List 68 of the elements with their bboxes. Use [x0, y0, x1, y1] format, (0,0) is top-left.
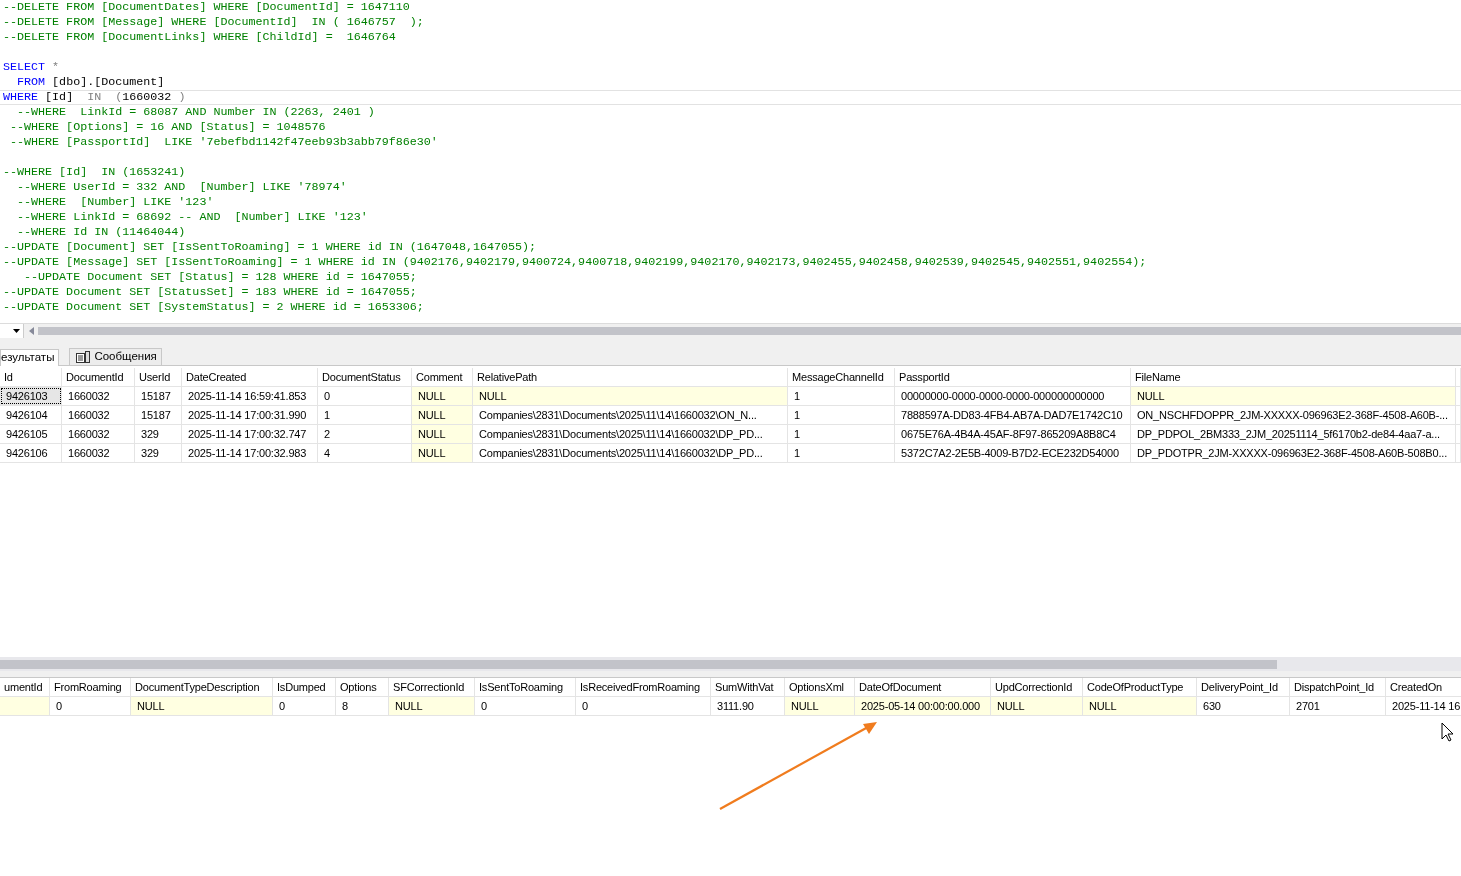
column-header[interactable]: IsSentToRoaming [475, 678, 576, 696]
code-line: --DELETE FROM [Message] WHERE [DocumentId] IN ( 1646757 ); [3, 15, 424, 29]
code-line: WHERE [Id] IN (1660032 ) [3, 90, 186, 104]
table-cell: NULL [785, 697, 855, 715]
column-header[interactable]: DeliveryPoint_Id [1197, 678, 1290, 696]
column-header[interactable]: FromRoaming [50, 678, 131, 696]
code-line: --WHERE LinkId = 68692 -- AND [Number] LIKE '123' [16, 210, 368, 224]
table-cell: NULL [412, 425, 473, 443]
code-line: --DELETE FROM [DocumentLinks] WHERE [ChildId] = 1646764 [3, 30, 396, 44]
column-header[interactable]: CodeOfProductType [1083, 678, 1197, 696]
table-cell: NULL [412, 444, 473, 462]
column-header[interactable]: umentId [0, 678, 50, 696]
code-line: --UPDATE Document SET [Status] = 128 WHERE id = 1647055; [23, 270, 417, 284]
code-line: SELECT * [3, 60, 60, 74]
table-cell: NULL [412, 387, 473, 405]
column-header[interactable]: UpdCorrectionId [991, 678, 1083, 696]
column-header[interactable]: IsReceivedFromRoaming [576, 678, 711, 696]
table-cell: NULL [131, 697, 273, 715]
table-cell: NULL [1131, 387, 1456, 405]
column-header[interactable]: IsDumped [273, 678, 336, 696]
code-line: --WHERE Id IN (11464044) [16, 225, 186, 239]
scrollbar-thumb[interactable] [0, 659, 1277, 669]
column-header[interactable]: DocumentStatus [318, 368, 412, 386]
splitter-bar[interactable] [0, 671, 1461, 678]
table-cell: NULL [473, 387, 788, 405]
arrow-left-icon [28, 327, 34, 335]
column-header[interactable]: DocumentTypeDescription [131, 678, 273, 696]
result-tab[interactable]: езультаты [0, 349, 60, 366]
table-cell: NULL [1083, 697, 1197, 715]
code-line: --WHERE [PassportId] LIKE '7ebefbd1142f47eeb93b3abb79f86e30' [9, 135, 438, 149]
table-cell: NULL [412, 406, 473, 424]
column-header[interactable]: UserId [135, 368, 182, 386]
code-line: --WHERE [Id] IN (1653241) [3, 165, 186, 179]
column-header[interactable]: CreatedOn [1386, 678, 1461, 696]
column-header[interactable]: PassportId [895, 368, 1131, 386]
code-line: --WHERE LinkId = 68087 AND Number IN (2263, 2401 ) [16, 105, 375, 119]
table-cell: 2025-05-14 00:00:00.000 [855, 697, 991, 715]
code-line: FROM [dbo].[Document] [16, 75, 165, 89]
scrollbar-thumb[interactable] [38, 327, 1461, 335]
code-line: --WHERE [Options] = 16 AND [Status] = 1048576 [9, 120, 326, 134]
table-cell: NULL [991, 697, 1083, 715]
code-line: --UPDATE Document SET [SystemStatus] = 2 WHERE id = 1653306; [3, 300, 424, 314]
code-line: --WHERE UserId = 332 AND [Number] LIKE '78974' [16, 180, 347, 194]
column-header[interactable]: FileName [1131, 368, 1456, 386]
column-header[interactable]: Comment [412, 368, 473, 386]
code-line: --UPDATE Document SET [StatusSet] = 183 WHERE id = 1647055; [3, 285, 417, 299]
caret-icon [13, 329, 20, 333]
table-cell: 9426103 [0, 387, 62, 405]
code-line: --UPDATE [Document] SET [IsSentToRoaming] = 1 WHERE id IN (1647048,1647055); [3, 240, 537, 254]
column-header[interactable]: DocumentId [62, 368, 135, 386]
column-header[interactable]: MessageChannelId [788, 368, 895, 386]
code-line: --WHERE [Number] LIKE '123' [16, 195, 214, 209]
table-cell: NULL [389, 697, 475, 715]
column-header[interactable]: Id [0, 368, 62, 386]
column-header[interactable]: DateCreated [182, 368, 318, 386]
messages-icon [76, 351, 91, 363]
result-tab[interactable]: Сообщения [69, 348, 162, 365]
column-header[interactable]: DispatchPoint_Id [1290, 678, 1386, 696]
code-line: --UPDATE [Message] SET [IsSentToRoaming] = 1 WHERE id IN (9402176,9402179,9400724,9400718,9402199,9402170,9402173,9402455,9402458,9402539,9402545,9402551,9402554); [3, 255, 1147, 269]
mouse-cursor-icon [1441, 722, 1454, 742]
column-header[interactable]: OptionsXml [785, 678, 855, 696]
column-header[interactable]: RelativePath [473, 368, 788, 386]
code-line: --DELETE FROM [DocumentDates] WHERE [DocumentId] = 1647110 [3, 0, 410, 14]
column-header[interactable]: Options [336, 678, 389, 696]
column-header[interactable]: SumWithVat [711, 678, 785, 696]
zoom-dropdown[interactable] [0, 324, 24, 338]
column-header[interactable]: SFCorrectionId [389, 678, 475, 696]
column-header[interactable]: DateOfDocument [855, 678, 991, 696]
